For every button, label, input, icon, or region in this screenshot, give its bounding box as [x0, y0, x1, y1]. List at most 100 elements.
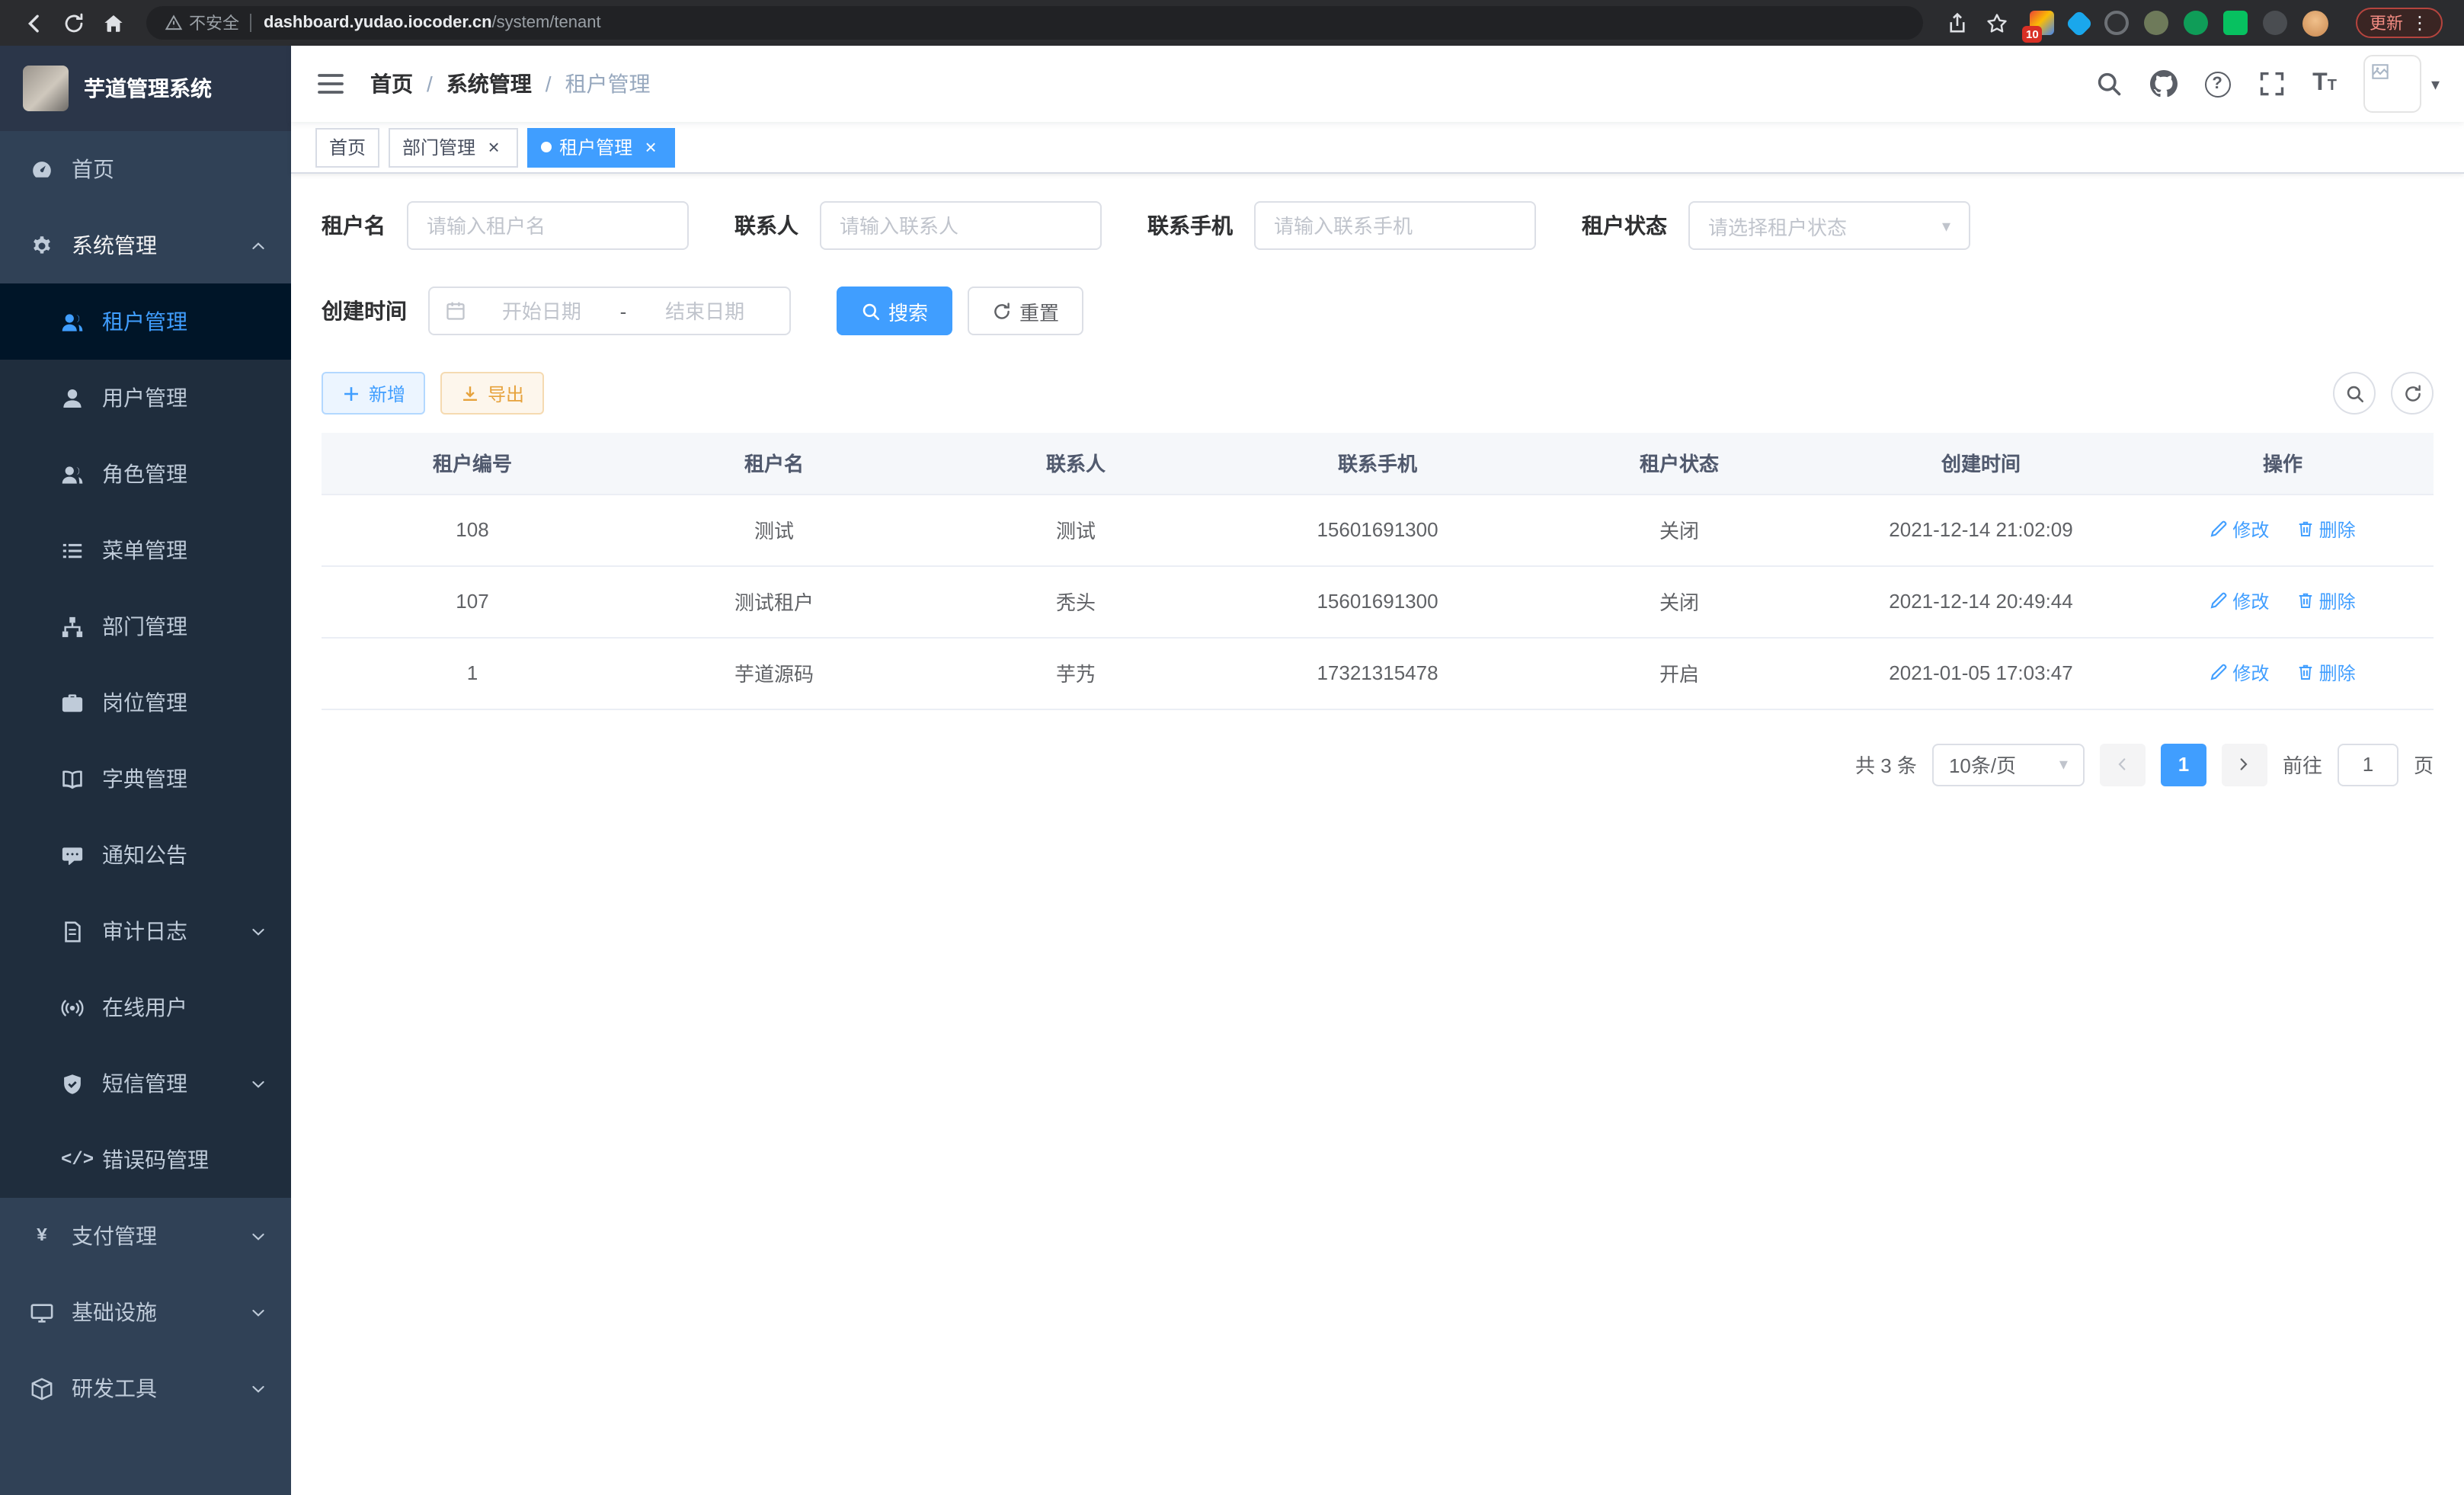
security-label[interactable]: 不安全 — [189, 11, 239, 35]
filter-form: 租户名 联系人 联系手机 — [322, 195, 2434, 372]
reset-button[interactable]: 重置 — [968, 287, 1083, 335]
status-select[interactable]: 请选择租户状态 ▾ — [1688, 201, 1970, 250]
sidebar-toggle-button[interactable] — [315, 69, 346, 99]
caret-down-icon: ▾ — [2431, 74, 2440, 94]
page-number-1[interactable]: 1 — [2161, 743, 2206, 786]
goto-page-input[interactable] — [2338, 743, 2398, 786]
refresh-table-button[interactable] — [2391, 372, 2434, 415]
sidebar-item-online-user[interactable]: 在线用户 — [0, 969, 291, 1045]
user-menu[interactable]: ▾ — [2364, 55, 2440, 113]
sidebar-item-sms[interactable]: 短信管理 — [0, 1045, 291, 1122]
sidebar-item-tenant[interactable]: 租户管理 — [0, 283, 291, 360]
extension-icon-5[interactable] — [2184, 11, 2208, 35]
chevron-down-icon — [250, 1304, 267, 1321]
prev-page-button[interactable] — [2100, 743, 2146, 786]
browser-chrome: 不安全 dashboard.yudao.iocoder.cn/system/te… — [0, 0, 2464, 46]
close-icon[interactable]: × — [640, 136, 661, 158]
tab-dept[interactable]: 部门管理 × — [389, 127, 518, 167]
browser-back-button[interactable] — [15, 5, 52, 41]
users-icon — [61, 310, 84, 333]
github-icon[interactable] — [2149, 70, 2177, 98]
next-page-button[interactable] — [2222, 743, 2267, 786]
user-avatar[interactable] — [2364, 55, 2422, 113]
address-bar[interactable]: 不安全 dashboard.yudao.iocoder.cn/system/te… — [146, 6, 1923, 40]
sidebar-item-role[interactable]: 角色管理 — [0, 436, 291, 512]
sidebar-item-system[interactable]: 系统管理 — [0, 207, 291, 283]
edit-link[interactable]: 修改 — [2210, 660, 2269, 686]
delete-link[interactable]: 删除 — [2296, 660, 2356, 686]
download-icon — [460, 383, 480, 403]
logo-image — [23, 66, 69, 111]
tenant-name-input[interactable] — [427, 214, 669, 237]
extension-icon-1[interactable]: 10 — [2030, 11, 2054, 35]
browser-profile-avatar[interactable] — [2302, 10, 2328, 36]
sidebar-item-dict[interactable]: 字典管理 — [0, 741, 291, 817]
contact-input[interactable] — [840, 214, 1082, 237]
trash-icon — [2296, 664, 2315, 682]
toggle-search-button[interactable] — [2333, 372, 2376, 415]
date-start-input[interactable] — [472, 299, 611, 322]
export-button[interactable]: 导出 — [440, 372, 544, 415]
breadcrumb-item-system[interactable]: 系统管理 — [446, 69, 532, 99]
breadcrumb-item-home[interactable]: 首页 — [370, 69, 413, 99]
sidebar-item-devtools[interactable]: 研发工具 — [0, 1350, 291, 1426]
sidebar-item-user[interactable]: 用户管理 — [0, 360, 291, 436]
extension-icon-2[interactable] — [2066, 9, 2094, 37]
tab-tenant[interactable]: 租户管理 × — [527, 127, 675, 167]
table-row: 107 测试租户 秃头 15601691300 关闭 2021-12-14 20… — [322, 565, 2434, 637]
sidebar: 芋道管理系统 首页 系统管理 租户管理 用户管理 — [0, 46, 291, 1495]
edit-link[interactable]: 修改 — [2210, 588, 2269, 614]
share-button[interactable] — [1938, 5, 1975, 41]
delete-link[interactable]: 删除 — [2296, 517, 2356, 543]
app-logo[interactable]: 芋道管理系统 — [0, 46, 291, 131]
search-icon — [861, 301, 881, 321]
filter-phone: 联系手机 — [1147, 201, 1536, 250]
tenant-table: 租户编号 租户名 联系人 联系手机 租户状态 创建时间 操作 108 测试 — [322, 433, 2434, 709]
extension-icon-6[interactable] — [2223, 11, 2248, 35]
cell-contact: 秃头 — [925, 565, 1227, 637]
cell-create-time: 2021-12-14 21:02:09 — [1830, 494, 2132, 565]
search-icon[interactable] — [2094, 70, 2122, 98]
sidebar-item-notice[interactable]: 通知公告 — [0, 817, 291, 893]
sidebar-item-menu[interactable]: 菜单管理 — [0, 512, 291, 588]
extension-icon-4[interactable] — [2144, 11, 2168, 35]
page-size-select[interactable]: 10条/页 ▾ — [1932, 743, 2085, 786]
chevron-down-icon — [250, 1228, 267, 1244]
tab-home[interactable]: 首页 — [315, 127, 379, 167]
sidebar-item-infrastructure[interactable]: 基础设施 — [0, 1274, 291, 1350]
gear-icon — [30, 234, 53, 257]
sidebar-item-error-code[interactable]: </> 错误码管理 — [0, 1122, 291, 1198]
delete-link[interactable]: 删除 — [2296, 588, 2356, 614]
font-size-icon[interactable]: TT — [2312, 72, 2337, 96]
cell-contact: 芋艿 — [925, 637, 1227, 709]
help-icon[interactable]: ? — [2204, 71, 2230, 97]
cell-phone: 17321315478 — [1227, 637, 1528, 709]
extension-icon-7[interactable] — [2263, 11, 2287, 35]
url-path: /system/tenant — [492, 14, 601, 32]
sidebar-item-audit-log[interactable]: 审计日志 — [0, 893, 291, 969]
phone-input[interactable] — [1274, 214, 1516, 237]
search-button[interactable]: 搜索 — [837, 287, 952, 335]
date-range-picker[interactable]: - — [428, 287, 791, 335]
table-toolbar: 新增 导出 — [322, 372, 2434, 415]
filter-label: 联系人 — [734, 210, 798, 241]
broadcast-icon — [61, 996, 84, 1019]
edit-icon — [2210, 664, 2228, 682]
fullscreen-icon[interactable] — [2258, 70, 2285, 98]
browser-home-button[interactable] — [94, 5, 131, 41]
bookmark-star-button[interactable] — [1978, 5, 2014, 41]
sidebar-item-post[interactable]: 岗位管理 — [0, 664, 291, 741]
top-navbar: 首页 / 系统管理 / 租户管理 ? TT ▾ — [291, 46, 2464, 122]
add-button[interactable]: 新增 — [322, 372, 425, 415]
edit-link[interactable]: 修改 — [2210, 517, 2269, 543]
app-title: 芋道管理系统 — [84, 73, 212, 104]
sidebar-item-payment[interactable]: ¥ 支付管理 — [0, 1198, 291, 1274]
browser-reload-button[interactable] — [55, 5, 91, 41]
browser-update-button[interactable]: 更新 ⋮ — [2356, 8, 2443, 38]
extension-icon-3[interactable] — [2104, 11, 2129, 35]
sidebar-item-dept[interactable]: 部门管理 — [0, 588, 291, 664]
date-end-input[interactable] — [635, 299, 774, 322]
close-icon[interactable]: × — [483, 136, 504, 158]
sidebar-item-home[interactable]: 首页 — [0, 131, 291, 207]
browser-menu-icon[interactable]: ⋮ — [2411, 12, 2429, 34]
